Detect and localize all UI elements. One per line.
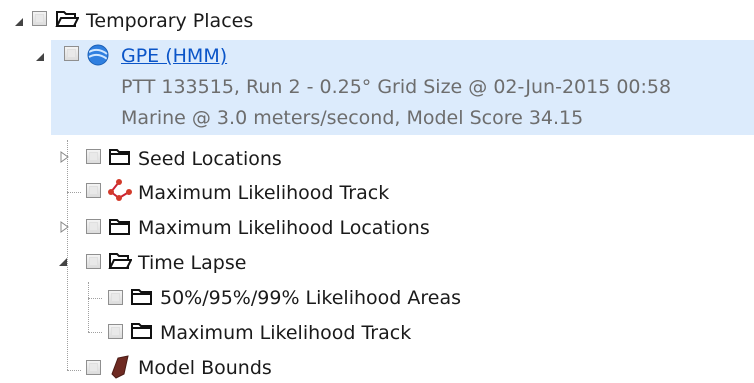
item-checkbox[interactable] [86, 149, 101, 164]
item-checkbox[interactable] [86, 219, 101, 234]
expand-arrow-icon[interactable] [59, 221, 71, 233]
item-label[interactable]: Maximum Likelihood Locations [138, 216, 430, 240]
item-label[interactable]: Time Lapse [138, 251, 246, 275]
polygon-icon [108, 354, 132, 379]
item-label[interactable]: Model Bounds [138, 356, 272, 380]
tree-line [67, 370, 81, 371]
expand-arrow-icon[interactable] [59, 151, 71, 163]
tree-line [88, 332, 102, 333]
root-label[interactable]: Temporary Places [86, 9, 253, 33]
tree-line [88, 282, 89, 332]
item-checkbox[interactable] [86, 360, 101, 375]
folder-icon [130, 320, 154, 342]
gpe-checkbox[interactable] [64, 46, 79, 61]
folder-open-icon [108, 250, 132, 272]
item-checkbox[interactable] [108, 290, 123, 305]
item-label[interactable]: Maximum Likelihood Track [138, 181, 389, 205]
places-tree: Temporary Places GPE (HMM) PTT 133515, R… [0, 0, 754, 383]
tree-line [67, 192, 81, 193]
globe-icon [86, 43, 110, 66]
gpe-detail-line1: PTT 133515, Run 2 - 0.25° Grid Size @ 02… [121, 76, 672, 98]
item-label[interactable]: Seed Locations [138, 147, 282, 171]
root-checkbox[interactable] [32, 11, 47, 26]
gpe-title-link[interactable]: GPE (HMM) [121, 44, 227, 68]
collapse-arrow-icon[interactable] [35, 51, 47, 63]
item-checkbox[interactable] [86, 183, 101, 198]
folder-icon [130, 286, 154, 308]
folder-open-icon [55, 8, 79, 30]
collapse-arrow-icon[interactable] [58, 256, 70, 268]
gpe-detail-line2: Marine @ 3.0 meters/second, Model Score … [121, 107, 584, 129]
track-icon [107, 178, 132, 201]
tree-line [67, 140, 68, 370]
collapse-arrow-icon[interactable] [14, 16, 26, 28]
item-label[interactable]: 50%/95%/99% Likelihood Areas [160, 286, 461, 310]
item-checkbox[interactable] [86, 254, 101, 269]
folder-icon [108, 216, 132, 238]
item-checkbox[interactable] [108, 324, 123, 339]
folder-icon [108, 146, 132, 168]
item-label[interactable]: Maximum Likelihood Track [160, 321, 411, 345]
tree-line [88, 298, 102, 299]
